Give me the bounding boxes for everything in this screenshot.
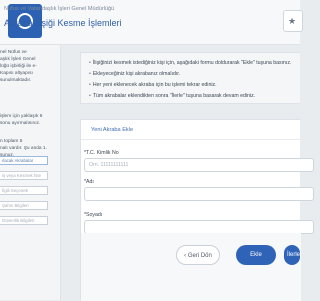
sidebar-duration-text: işlem için yaklaşık 6 sonu ayırmalısınız… <box>0 114 43 126</box>
page-title: Akraba İlişiği Kesme İşlemleri <box>4 18 122 28</box>
sidebar-intro-text: nel Nüfus ve aşlık İşleri Genel lüğü işb… <box>0 50 37 83</box>
app-header: Nüfus ve Vatandaşlık İşleri Genel Müdürl… <box>0 0 303 45</box>
sidebar-step-relatives[interactable]: ılacak Akrabalar <box>0 156 48 165</box>
ad-label: *Adı <box>84 179 94 185</box>
sidebar-step-personal[interactable]: Şahıs Bilgileri <box>0 201 48 210</box>
back-button[interactable]: ‹ Geri Dön <box>176 245 220 265</box>
section-title: Yeni Akraba Ekle <box>91 127 134 133</box>
info-item: • Her yeni eklenecek akraba için bu işlem… <box>89 82 217 88</box>
tc-kimlik-input[interactable] <box>84 158 314 172</box>
add-button[interactable]: Ekle <box>236 245 276 265</box>
info-item: • İlişiğinizi kesmek istediğiniz kişi içi… <box>89 60 292 66</box>
favorite-star-button[interactable]: ★ <box>283 10 303 32</box>
sidebar-step-option[interactable]: İlgili Seçenek <box>0 186 48 195</box>
info-item: • Tüm akrabalar eklendikten sonra "İlerle… <box>89 93 256 99</box>
form-footer <box>81 233 301 301</box>
sidebar: nel Nüfus ve aşlık İşleri Genel lüğü işb… <box>0 45 61 300</box>
soyad-input[interactable] <box>84 220 314 234</box>
sidebar-step-security[interactable]: Güvenlik Bilgileri <box>0 216 48 225</box>
department-name: Nüfus ve Vatandaşlık İşleri Genel Müdürl… <box>4 6 115 12</box>
info-box: • İlişiğinizi kesmek istediğiniz kişi içi… <box>80 52 300 104</box>
soyad-label: *Soyadı <box>84 212 103 218</box>
divider <box>81 139 301 140</box>
sidebar-step-relation[interactable]: iş veya Kesmek İste <box>0 171 48 180</box>
star-icon: ★ <box>288 16 297 26</box>
tc-label: *T.C. Kimlik No <box>84 150 119 156</box>
add-relative-form: Yeni Akraba Ekle *T.C. Kimlik No *Adı *S… <box>80 119 314 301</box>
next-button[interactable]: İlerle <box>284 245 300 265</box>
ad-input[interactable] <box>84 187 314 201</box>
info-item: • Ekleyeceğiniz kişi akrabanız olmalıdır. <box>89 71 181 77</box>
